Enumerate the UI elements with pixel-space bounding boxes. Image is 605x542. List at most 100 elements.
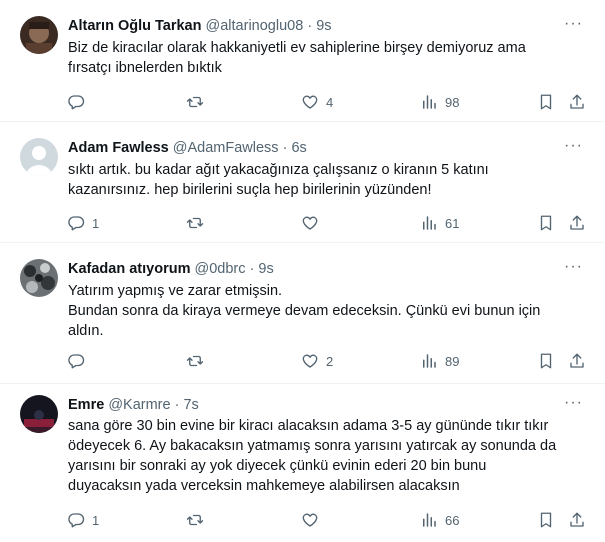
share-icon	[570, 353, 584, 368]
display-name[interactable]: Emre	[68, 397, 104, 413]
like-button[interactable]: 4	[301, 91, 333, 113]
retweet-button[interactable]	[186, 212, 211, 234]
retweet-icon	[186, 355, 204, 367]
share-button[interactable]	[568, 509, 586, 531]
avatar[interactable]	[20, 138, 58, 176]
views-button[interactable]: 61	[420, 212, 459, 234]
bookmark-icon	[540, 94, 552, 110]
separator-dot: ·	[307, 18, 313, 34]
tweet-text-line: duyacaksın yada verceksin mahkemeye alab…	[68, 478, 460, 494]
separator-dot: ·	[282, 140, 288, 156]
user-handle[interactable]: @0dbrc	[195, 261, 246, 277]
tweet-actions: 2 89	[0, 350, 605, 372]
reply-icon	[68, 216, 85, 231]
share-icon	[570, 512, 584, 527]
tweet[interactable]: Emre @Karmre · 7s ··· sana göre 30 bin e…	[0, 384, 605, 542]
bookmark-icon	[540, 353, 552, 369]
tweet-text: sana göre 30 bin evine bir kiracı alacak…	[68, 416, 588, 496]
timestamp[interactable]: 9s	[258, 261, 273, 277]
more-icon[interactable]: ···	[564, 16, 583, 32]
tweet-header: Kafadan atıyorum @0dbrc · 9s	[68, 259, 274, 279]
tweet-actions: 4 98	[0, 91, 605, 113]
tweet-text-line: Bundan sonra da kiraya vermeye devam ede…	[68, 303, 541, 319]
timestamp[interactable]: 6s	[291, 140, 306, 156]
views-button[interactable]: 89	[420, 350, 459, 372]
avatar[interactable]	[20, 16, 58, 54]
tweet-header: Altarın Oğlu Tarkan @altarinoglu08 · 9s	[68, 16, 332, 36]
separator-dot: ·	[174, 397, 180, 413]
user-handle[interactable]: @Karmre	[108, 397, 170, 413]
share-button[interactable]	[568, 212, 586, 234]
tweet-text-line: sana göre 30 bin evine bir kiracı alacak…	[68, 418, 549, 434]
tweet-text-line: kazanırsınız. hep birilerini suçla hep b…	[68, 182, 432, 198]
tweet-header: Adam Fawless @AdamFawless · 6s	[68, 138, 307, 158]
bookmark-button[interactable]	[537, 509, 555, 531]
display-name[interactable]: Adam Fawless	[68, 140, 169, 156]
timestamp[interactable]: 7s	[183, 397, 198, 413]
like-button[interactable]: 2	[301, 350, 333, 372]
reply-icon	[68, 513, 85, 528]
share-button[interactable]	[568, 350, 586, 372]
tweet-text-line: Biz de kiracılar olarak hakkaniyetli ev …	[68, 40, 526, 56]
reply-icon	[68, 95, 85, 110]
tweet-text-line: Yatırım yapmış ve zarar etmişsin.	[68, 283, 283, 299]
reply-button[interactable]	[67, 350, 92, 372]
view-count: 66	[445, 512, 460, 528]
share-button[interactable]	[568, 91, 586, 113]
like-button[interactable]	[301, 509, 326, 531]
tweet-text-line: aldın.	[68, 323, 104, 339]
like-count: 2	[326, 353, 334, 369]
like-button[interactable]	[301, 212, 326, 234]
bookmark-icon	[540, 215, 552, 231]
tweet-actions: 1 66	[0, 509, 605, 531]
tweet[interactable]: Kafadan atıyorum @0dbrc · 9s ··· Yatırım…	[0, 243, 605, 384]
retweet-button[interactable]	[186, 350, 211, 372]
user-handle[interactable]: @AdamFawless	[173, 140, 279, 156]
tweet-text: Biz de kiracılar olarak hakkaniyetli ev …	[68, 38, 588, 78]
avatar[interactable]	[20, 395, 58, 433]
tweet-text-line: sıktı artık. bu kadar ağıt yakacağınıza …	[68, 162, 489, 178]
reply-button[interactable]: 1	[67, 509, 99, 531]
tweet-header: Emre @Karmre · 7s	[68, 395, 199, 415]
views-icon	[423, 95, 436, 109]
tweet-feed: Altarın Oğlu Tarkan @altarinoglu08 · 9s …	[0, 0, 605, 542]
retweet-button[interactable]	[186, 509, 211, 531]
retweet-icon	[186, 514, 204, 526]
more-icon[interactable]: ···	[564, 259, 583, 275]
more-icon[interactable]: ···	[564, 138, 583, 154]
retweet-icon	[186, 217, 204, 229]
heart-icon	[302, 216, 318, 230]
reply-button[interactable]	[67, 91, 92, 113]
view-count: 98	[445, 94, 460, 110]
reply-count: 1	[92, 215, 100, 231]
tweet-text-line: yarısını bir sonraki ay yok diyecek çünk…	[68, 458, 487, 474]
user-handle[interactable]: @altarinoglu08	[206, 18, 304, 34]
retweet-button[interactable]	[186, 91, 211, 113]
avatar[interactable]	[20, 259, 58, 297]
views-icon	[423, 354, 436, 368]
bookmark-button[interactable]	[537, 91, 555, 113]
bookmark-button[interactable]	[537, 350, 555, 372]
share-icon	[570, 215, 584, 230]
more-icon[interactable]: ···	[564, 395, 583, 411]
share-icon	[570, 94, 584, 109]
reply-count: 1	[92, 512, 100, 528]
retweet-icon	[186, 96, 204, 108]
display-name[interactable]: Altarın Oğlu Tarkan	[68, 18, 201, 34]
tweet-actions: 1 61	[0, 212, 605, 234]
tweet[interactable]: Adam Fawless @AdamFawless · 6s ··· sıktı…	[0, 122, 605, 243]
reply-icon	[68, 354, 85, 369]
heart-icon	[302, 354, 318, 368]
tweet[interactable]: Altarın Oğlu Tarkan @altarinoglu08 · 9s …	[0, 0, 605, 122]
reply-button[interactable]: 1	[67, 212, 99, 234]
views-button[interactable]: 98	[420, 91, 459, 113]
view-count: 61	[445, 215, 460, 231]
bookmark-button[interactable]	[537, 212, 555, 234]
timestamp[interactable]: 9s	[316, 18, 331, 34]
heart-icon	[302, 513, 318, 527]
tweet-text: sıktı artık. bu kadar ağıt yakacağınıza …	[68, 160, 588, 200]
separator-dot: ·	[249, 261, 255, 277]
display-name[interactable]: Kafadan atıyorum	[68, 261, 190, 277]
tweet-text-line: ödeyecek 6. Ay bakacaksın yatmamış sonra…	[68, 438, 557, 454]
views-button[interactable]: 66	[420, 509, 459, 531]
